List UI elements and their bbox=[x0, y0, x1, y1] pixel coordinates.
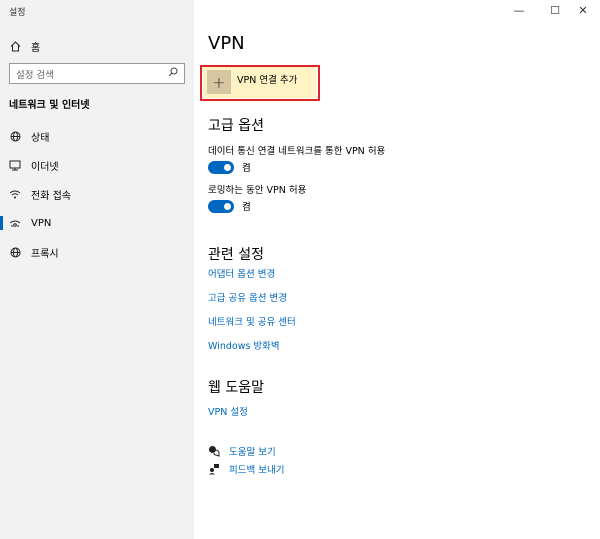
feedback-icon bbox=[208, 463, 220, 475]
main-content: VPN + VPN 연결 추가 고급 옵션 데이터 통신 연결 네트워크를 통한… bbox=[194, 0, 600, 539]
add-vpn-button[interactable]: + VPN 연결 추가 bbox=[203, 67, 316, 98]
metered-toggle-row: 켬 bbox=[208, 160, 251, 174]
advanced-heading: 고급 옵션 bbox=[208, 118, 264, 134]
search-placeholder: 설정 검색 bbox=[16, 69, 54, 81]
link-windows-firewall[interactable]: Windows 방화벽 bbox=[208, 338, 280, 352]
link-adapter-options[interactable]: 어댑터 옵션 변경 bbox=[208, 266, 275, 280]
sidebar: 설정 홈 설정 검색 네트워크 및 인터넷 상태 이더넷 전화 접속 VPN 프… bbox=[0, 0, 194, 539]
sidebar-home[interactable]: 홈 bbox=[9, 37, 40, 55]
sidebar-home-label: 홈 bbox=[31, 42, 41, 54]
help-chat-icon bbox=[208, 445, 220, 457]
metered-option-label: 데이터 통신 연결 네트워크를 통한 VPN 허용 bbox=[208, 146, 386, 157]
app-title: 설정 bbox=[9, 8, 26, 18]
metered-toggle-state: 켬 bbox=[242, 163, 251, 174]
add-vpn-label: VPN 연결 추가 bbox=[237, 75, 298, 86]
sidebar-item-label: 이더넷 bbox=[31, 161, 59, 173]
sidebar-item-label: 상태 bbox=[31, 132, 50, 144]
related-heading: 관련 설정 bbox=[208, 247, 264, 263]
roaming-toggle-row: 켬 bbox=[208, 199, 251, 213]
web-help-heading: 웹 도움말 bbox=[208, 380, 264, 396]
sidebar-item-label: 프록시 bbox=[31, 248, 59, 260]
plus-icon: + bbox=[207, 70, 231, 94]
sidebar-item-vpn[interactable]: VPN bbox=[0, 212, 194, 234]
roaming-option-label: 로밍하는 동안 VPN 허용 bbox=[208, 185, 307, 196]
dialup-icon bbox=[9, 188, 21, 200]
home-icon bbox=[9, 40, 21, 52]
globe-icon bbox=[9, 246, 21, 258]
globe-status-icon bbox=[9, 130, 21, 142]
section-title: 네트워크 및 인터넷 bbox=[9, 100, 90, 111]
sidebar-item-status[interactable]: 상태 bbox=[0, 125, 194, 147]
roaming-toggle[interactable] bbox=[208, 199, 234, 213]
get-help-link[interactable]: 도움말 보기 bbox=[208, 444, 276, 458]
get-help-label: 도움말 보기 bbox=[229, 447, 276, 458]
link-advanced-sharing[interactable]: 고급 공유 옵션 변경 bbox=[208, 290, 287, 304]
send-feedback-link[interactable]: 피드백 보내기 bbox=[208, 462, 284, 476]
sidebar-item-label: 전화 접속 bbox=[31, 190, 71, 202]
sidebar-item-dialup[interactable]: 전화 접속 bbox=[0, 183, 194, 205]
link-vpn-settings[interactable]: VPN 설정 bbox=[208, 404, 248, 418]
sidebar-item-label: VPN bbox=[31, 217, 52, 229]
search-icon bbox=[168, 67, 178, 80]
roaming-toggle-state: 켬 bbox=[242, 202, 251, 213]
link-network-sharing-center[interactable]: 네트워크 및 공유 센터 bbox=[208, 314, 296, 328]
page-title: VPN bbox=[208, 33, 245, 54]
metered-toggle[interactable] bbox=[208, 160, 234, 174]
sidebar-item-ethernet[interactable]: 이더넷 bbox=[0, 154, 194, 176]
vpn-icon bbox=[9, 217, 21, 229]
ethernet-icon bbox=[9, 159, 21, 171]
search-input[interactable]: 설정 검색 bbox=[9, 63, 185, 84]
sidebar-item-proxy[interactable]: 프록시 bbox=[0, 241, 194, 263]
send-feedback-label: 피드백 보내기 bbox=[229, 465, 285, 476]
